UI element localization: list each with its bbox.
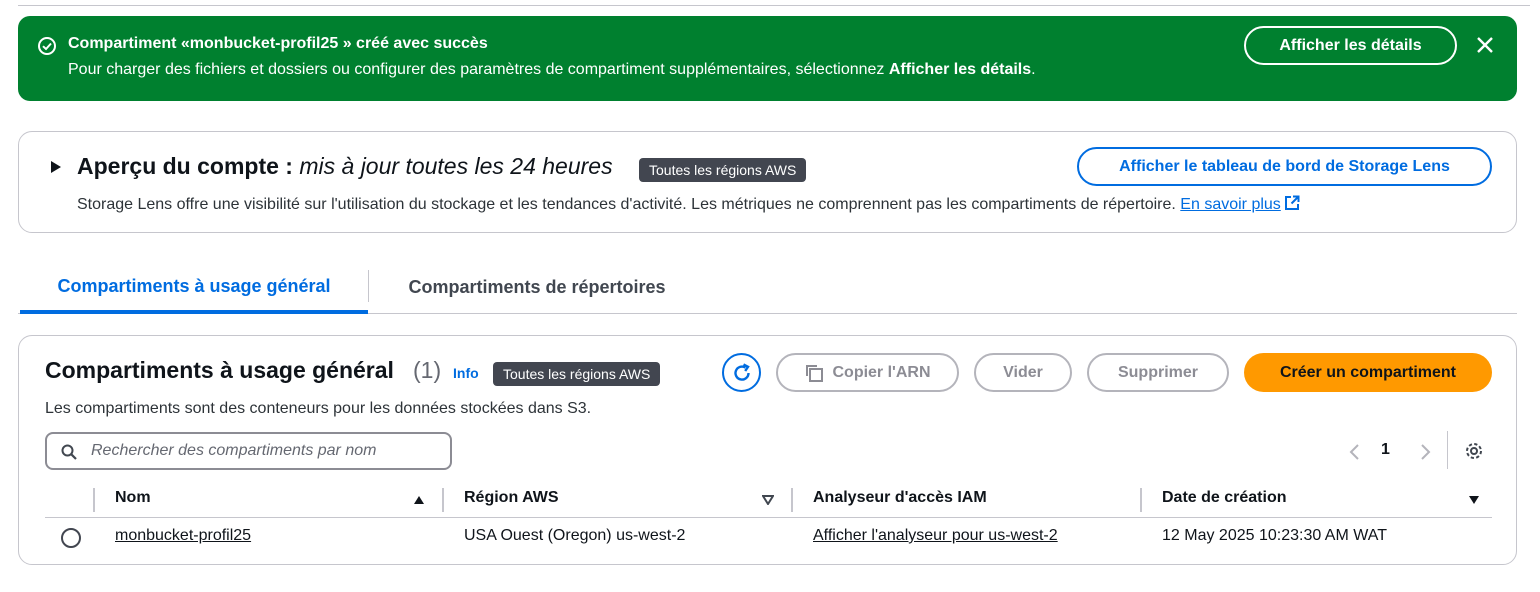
account-overview-panel: Aperçu du compte : mis à jour toutes les… bbox=[18, 131, 1517, 233]
column-divider bbox=[442, 488, 444, 512]
sort-ascending-icon[interactable] bbox=[413, 495, 425, 505]
flash-message-prefix: Pour charger des fichiers et dossiers ou… bbox=[68, 61, 889, 78]
general-purpose-buckets-panel: Compartiments à usage général (1) Info T… bbox=[18, 335, 1517, 565]
all-regions-badge: Toutes les régions AWS bbox=[493, 362, 661, 386]
column-header-name[interactable]: Nom bbox=[115, 489, 151, 507]
success-flash-banner: Compartiment «monbucket-profil25 » créé … bbox=[18, 16, 1517, 101]
sort-descending-icon[interactable] bbox=[762, 495, 774, 505]
column-divider bbox=[791, 488, 793, 512]
column-divider bbox=[1140, 488, 1142, 512]
external-link-icon[interactable] bbox=[1284, 195, 1300, 211]
overview-description: Storage Lens offre une visibilité sur l'… bbox=[77, 195, 1300, 214]
bucket-search[interactable] bbox=[45, 432, 452, 470]
search-input[interactable] bbox=[91, 440, 441, 462]
table-header-divider bbox=[45, 517, 1492, 518]
close-icon[interactable] bbox=[1474, 34, 1496, 56]
column-header-creation-date[interactable]: Date de création bbox=[1162, 489, 1286, 507]
bucket-type-tabs: Compartiments à usage général Compartime… bbox=[18, 262, 1517, 314]
search-icon bbox=[61, 444, 77, 460]
column-header-iam-analyzer[interactable]: Analyseur d'accès IAM bbox=[813, 489, 987, 507]
sort-descending-icon[interactable] bbox=[1468, 495, 1480, 505]
row-radio-button[interactable] bbox=[61, 528, 81, 548]
bucket-creation-date: 12 May 2025 10:23:30 AM WAT bbox=[1162, 527, 1388, 544]
tab-divider bbox=[368, 270, 369, 302]
column-header-region[interactable]: Région AWS bbox=[464, 489, 559, 507]
top-divider bbox=[18, 5, 1530, 6]
delete-button[interactable]: Supprimer bbox=[1087, 353, 1229, 392]
chevron-left-icon[interactable] bbox=[1347, 442, 1363, 462]
buckets-title: Compartiments à usage général bbox=[45, 357, 394, 383]
info-link[interactable]: Info bbox=[453, 365, 479, 381]
pager-divider bbox=[1447, 431, 1448, 469]
refresh-icon bbox=[733, 362, 750, 381]
overview-heading-text: Aperçu du compte : bbox=[77, 153, 300, 179]
all-regions-badge: Toutes les régions AWS bbox=[639, 158, 807, 182]
account-overview-heading[interactable]: Aperçu du compte : mis à jour toutes les… bbox=[77, 153, 613, 180]
empty-button[interactable]: Vider bbox=[974, 353, 1072, 392]
column-divider bbox=[93, 488, 95, 512]
buckets-description: Les compartiments sont des conteneurs po… bbox=[45, 400, 592, 417]
copy-icon bbox=[806, 364, 824, 382]
flash-message: Pour charger des fichiers et dossiers ou… bbox=[68, 61, 1036, 79]
check-circle-icon bbox=[38, 37, 56, 55]
copy-arn-label: Copier l'ARN bbox=[832, 363, 931, 381]
page-number[interactable]: 1 bbox=[1381, 441, 1390, 459]
bucket-name-link[interactable]: monbucket-profil25 bbox=[115, 527, 251, 545]
copy-arn-button[interactable]: Copier l'ARN bbox=[776, 353, 959, 392]
caret-right-icon[interactable] bbox=[49, 160, 63, 174]
iam-analyzer-link[interactable]: Afficher l'analyseur pour us-west-2 bbox=[813, 527, 1058, 545]
flash-title: Compartiment «monbucket-profil25 » créé … bbox=[68, 35, 488, 52]
create-bucket-button[interactable]: Créer un compartiment bbox=[1244, 353, 1492, 392]
tab-directory-buckets[interactable]: Compartiments de répertoires bbox=[370, 262, 704, 313]
overview-description-text: Storage Lens offre une visibilité sur l'… bbox=[77, 196, 1181, 213]
tab-general-purpose[interactable]: Compartiments à usage général bbox=[20, 262, 368, 314]
chevron-right-icon[interactable] bbox=[1417, 442, 1433, 462]
flash-message-bold: Afficher les détails bbox=[888, 61, 1032, 78]
storage-lens-dashboard-button[interactable]: Afficher le tableau de bord de Storage L… bbox=[1077, 147, 1492, 186]
flash-message-suffix: . bbox=[1031, 61, 1036, 78]
view-details-button[interactable]: Afficher les détails bbox=[1244, 26, 1457, 65]
learn-more-link[interactable]: En savoir plus bbox=[1180, 196, 1281, 213]
overview-heading-italic: mis à jour toutes les 24 heures bbox=[299, 153, 613, 179]
buckets-count: (1) bbox=[413, 357, 442, 383]
bucket-region: USA Ouest (Oregon) us-west-2 bbox=[464, 527, 686, 544]
gear-icon[interactable] bbox=[1464, 441, 1484, 461]
refresh-button[interactable] bbox=[722, 353, 761, 392]
